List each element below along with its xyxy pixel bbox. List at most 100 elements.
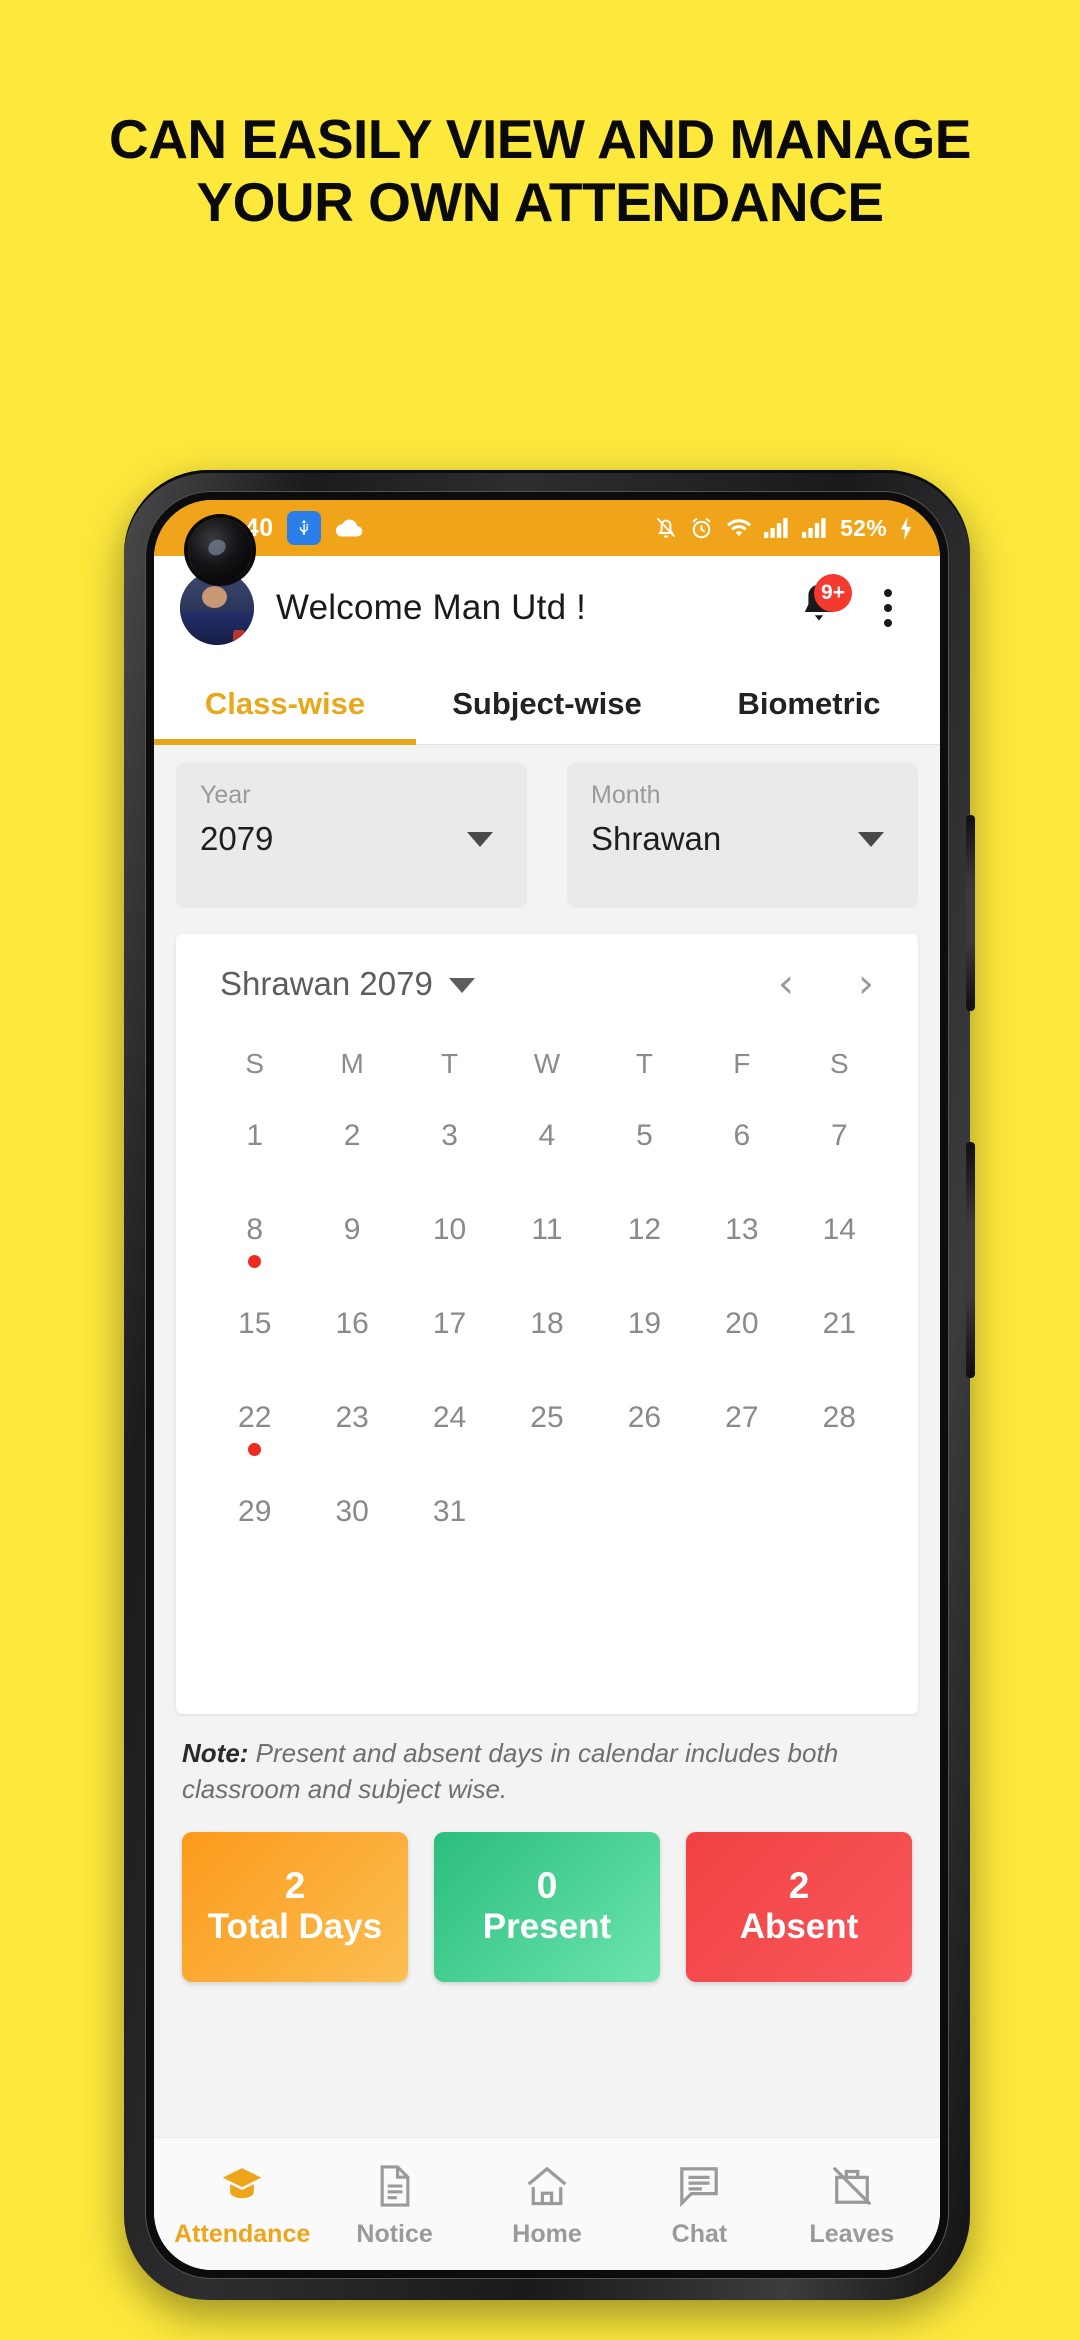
calendar-day[interactable]: 31 bbox=[401, 1496, 498, 1590]
signal-bars-icon bbox=[764, 517, 791, 539]
calendar-weekday: M bbox=[340, 1048, 364, 1079]
calendar-day-number: 22 bbox=[238, 1401, 272, 1434]
month-select[interactable]: Month Shrawan bbox=[567, 763, 918, 908]
tab-biometric[interactable]: Biometric bbox=[678, 660, 940, 744]
calendar-day[interactable]: 19 bbox=[596, 1308, 693, 1402]
calendar-title-button[interactable]: Shrawan 2079 bbox=[220, 965, 475, 1003]
calendar-day-number: 2 bbox=[343, 1119, 361, 1152]
calendar-weekday: S bbox=[245, 1048, 265, 1079]
calendar-day-number: 30 bbox=[335, 1495, 369, 1528]
phone-mockup: :40 52% Welcome Man Utd ! 9+ Class-wise … bbox=[124, 470, 975, 2300]
phone-screen: :40 52% Welcome Man Utd ! 9+ Class-wise … bbox=[154, 500, 940, 2270]
calendar-header: Shrawan 2079 ‹ › bbox=[206, 964, 888, 1004]
calendar-day-number: 6 bbox=[733, 1119, 751, 1152]
calendar-day-number: 14 bbox=[822, 1213, 856, 1246]
tab-bar: Class-wise Subject-wise Biometric bbox=[154, 660, 940, 745]
volume-button[interactable] bbox=[966, 815, 975, 1011]
calendar-day[interactable]: 24 bbox=[401, 1402, 498, 1496]
calendar-title: Shrawan 2079 bbox=[220, 965, 433, 1002]
nav-item-chat[interactable]: Chat bbox=[623, 2162, 775, 2249]
calendar-day-number: 20 bbox=[725, 1307, 759, 1340]
calendar-weekday: T bbox=[635, 1048, 653, 1079]
calendar-day[interactable]: 10 bbox=[401, 1214, 498, 1308]
graduation-cap-icon bbox=[219, 2162, 265, 2210]
calendar-day[interactable]: 20 bbox=[693, 1308, 790, 1402]
calendar-day[interactable]: 11 bbox=[498, 1214, 595, 1308]
chat-bubble-icon bbox=[677, 2162, 721, 2210]
avatar[interactable] bbox=[180, 571, 254, 645]
calendar-day[interactable]: 29 bbox=[206, 1496, 303, 1590]
calendar-day[interactable]: 7 bbox=[791, 1120, 888, 1214]
calendar-day-number: 7 bbox=[830, 1119, 848, 1152]
overflow-menu-button[interactable] bbox=[866, 589, 910, 627]
tab-class-wise[interactable]: Class-wise bbox=[154, 660, 416, 745]
document-icon bbox=[375, 2162, 415, 2210]
signal-bars-icon bbox=[802, 517, 829, 539]
nav-label: Leaves bbox=[809, 2220, 895, 2248]
calendar-day[interactable]: 8 bbox=[206, 1214, 303, 1308]
year-select-value: 2079 bbox=[200, 820, 274, 857]
calendar-day[interactable]: 9 bbox=[303, 1214, 400, 1308]
calendar-day-number: 11 bbox=[531, 1213, 563, 1246]
tab-subject-wise[interactable]: Subject-wise bbox=[416, 660, 678, 744]
stat-card-absent: 2 Absent bbox=[686, 1831, 912, 1982]
note-prefix: Note: bbox=[182, 1738, 249, 1768]
chevron-left-icon[interactable]: ‹ bbox=[778, 964, 794, 1004]
calendar-note: Note: Present and absent days in calenda… bbox=[182, 1736, 912, 1808]
power-button[interactable] bbox=[966, 1142, 975, 1378]
calendar-day-number: 9 bbox=[343, 1213, 361, 1246]
calendar-day-number: 8 bbox=[246, 1213, 264, 1246]
nav-label: Chat bbox=[671, 2220, 728, 2248]
calendar-day[interactable]: 15 bbox=[206, 1308, 303, 1402]
calendar-day-number: 18 bbox=[530, 1307, 564, 1340]
nav-item-leaves[interactable]: Leaves bbox=[776, 2162, 928, 2249]
wifi-icon bbox=[725, 517, 753, 540]
caret-down-icon bbox=[448, 978, 475, 993]
calendar: Shrawan 2079 ‹ › SMTWTFS 1 2 3 4 5 6 7 8 9 10 11 12… bbox=[176, 934, 918, 1714]
calendar-day[interactable]: 1 bbox=[206, 1120, 303, 1214]
stat-card-total-days: 2 Total Days bbox=[182, 1831, 408, 1982]
calendar-day-number: 3 bbox=[441, 1119, 458, 1152]
filter-row: Year 2079 Month Shrawan bbox=[176, 763, 918, 908]
calendar-day[interactable]: 23 bbox=[303, 1402, 400, 1496]
nav-item-attendance[interactable]: Attendance bbox=[166, 2162, 318, 2249]
calendar-day[interactable]: 30 bbox=[303, 1496, 400, 1590]
calendar-day[interactable]: 17 bbox=[401, 1308, 498, 1402]
calendar-day-number: 31 bbox=[432, 1495, 467, 1528]
page-title: Welcome Man Utd ! bbox=[276, 588, 587, 627]
calendar-day-number: 23 bbox=[335, 1401, 369, 1434]
year-select[interactable]: Year 2079 bbox=[176, 763, 527, 908]
calendar-day-number: 5 bbox=[636, 1119, 653, 1152]
calendar-day-number: 27 bbox=[725, 1401, 759, 1434]
calendar-day-number: 17 bbox=[432, 1307, 467, 1340]
calendar-day[interactable]: 16 bbox=[303, 1308, 400, 1402]
chevron-right-icon[interactable]: › bbox=[858, 964, 874, 1004]
calendar-day[interactable]: 5 bbox=[596, 1120, 693, 1214]
calendar-day[interactable]: 27 bbox=[693, 1402, 790, 1496]
calendar-day[interactable]: 2 bbox=[303, 1120, 400, 1214]
calendar-day[interactable]: 3 bbox=[401, 1120, 498, 1214]
status-bar: :40 52% bbox=[154, 500, 940, 556]
nav-item-notice[interactable]: Notice bbox=[318, 2162, 470, 2249]
calendar-day-number: 25 bbox=[530, 1401, 564, 1434]
calendar-absent-marker bbox=[248, 1254, 262, 1268]
calendar-day[interactable]: 28 bbox=[791, 1402, 888, 1496]
calendar-day[interactable]: 26 bbox=[596, 1402, 693, 1496]
calendar-day[interactable]: 14 bbox=[791, 1214, 888, 1308]
calendar-day[interactable]: 22 bbox=[206, 1402, 303, 1496]
calendar-day[interactable]: 13 bbox=[693, 1214, 790, 1308]
calendar-day[interactable]: 18 bbox=[498, 1308, 595, 1402]
calendar-day[interactable]: 21 bbox=[791, 1308, 888, 1402]
calendar-weekday: S bbox=[829, 1048, 849, 1079]
calendar-day[interactable]: 12 bbox=[596, 1214, 693, 1308]
phone-bezel: :40 52% Welcome Man Utd ! 9+ Class-wise … bbox=[145, 491, 949, 2279]
calendar-day[interactable]: 25 bbox=[498, 1402, 595, 1496]
calendar-day-grid: 1 2 3 4 5 6 7 8 9 10 11 12 13 14 15 16 17 18 19 20 21 22 23 24 2… bbox=[206, 1120, 888, 1590]
calendar-day[interactable]: 4 bbox=[498, 1120, 595, 1214]
caret-down-icon bbox=[467, 831, 493, 847]
calendar-day-number: 13 bbox=[725, 1213, 759, 1246]
calendar-day[interactable]: 6 bbox=[693, 1120, 790, 1214]
notification-button[interactable]: 9+ bbox=[794, 574, 852, 636]
nav-item-home[interactable]: Home bbox=[471, 2162, 623, 2249]
bag-slash-icon bbox=[830, 2162, 874, 2210]
